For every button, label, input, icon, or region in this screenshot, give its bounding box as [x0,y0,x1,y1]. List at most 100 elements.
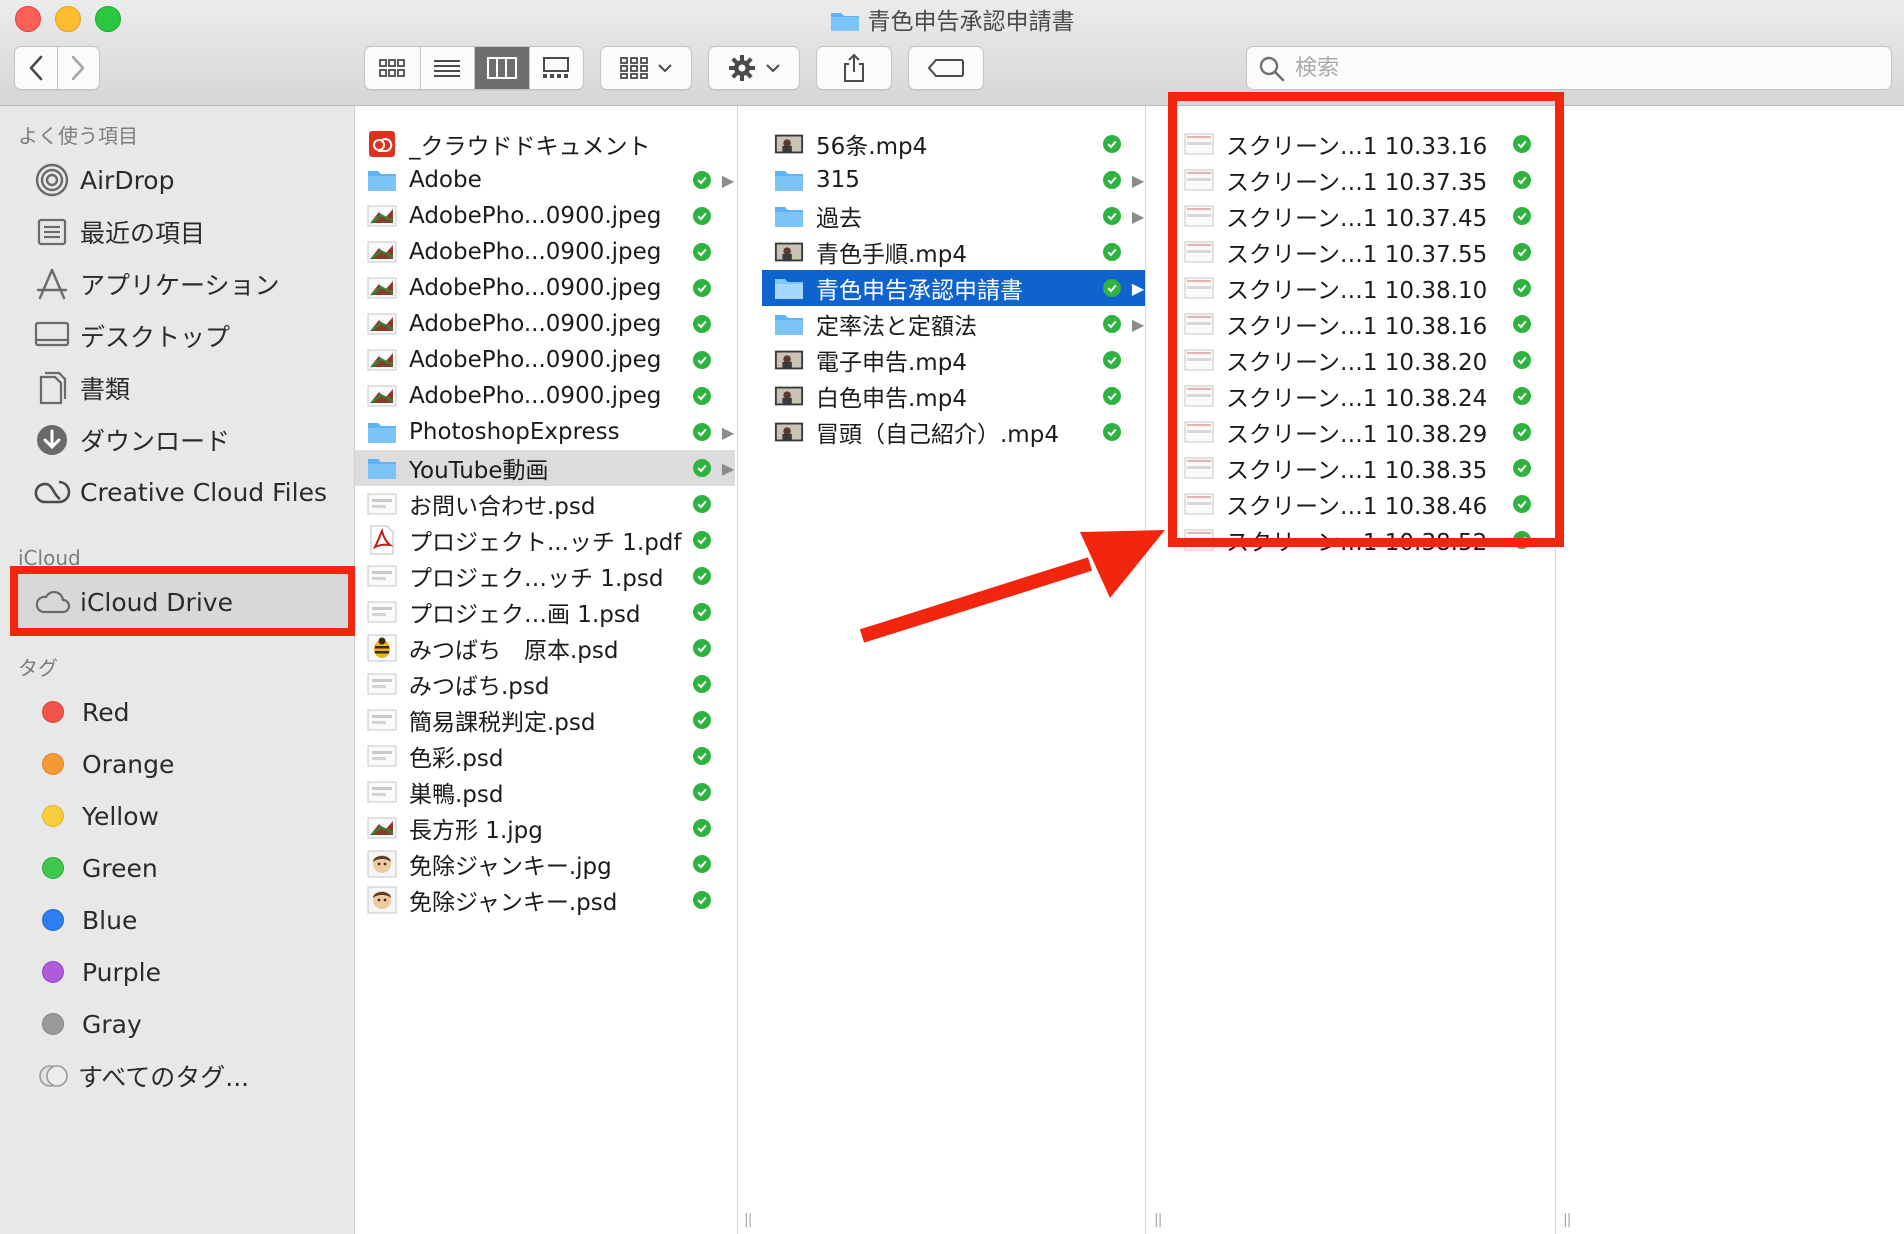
file-row[interactable]: 冒頭（自己紹介）.mp4 [762,414,1145,450]
folder-row[interactable]: PhotoshopExpress ▶ [355,414,735,450]
file-row[interactable]: AdobePho...0900.jpeg [355,270,735,306]
icon-view-button[interactable] [365,47,420,89]
list-view-button[interactable] [419,47,475,89]
file-row[interactable]: スクリーン…1 10.37.55 [1172,234,1555,270]
file-row[interactable]: スクリーン…1 10.38.10 [1172,270,1555,306]
desktop-icon [32,316,72,356]
sidebar-tag-green[interactable]: Green [0,844,354,892]
file-row[interactable]: スクリーン…1 10.38.24 [1172,378,1555,414]
disclosure-arrow-icon: ▶ [1131,170,1145,190]
sidebar-item-airdrop[interactable]: AirDrop [0,156,354,204]
file-row[interactable]: スクリーン…1 10.38.52 [1172,522,1555,558]
file-row[interactable]: AdobePho...0900.jpeg [355,306,735,342]
screenshot-thumb-icon [1184,418,1214,446]
file-row[interactable]: 青色手順.mp4 [762,234,1145,270]
file-row[interactable]: スクリーン…1 10.33.16 [1172,126,1555,162]
file-row[interactable]: 白色申告.mp4 [762,378,1145,414]
file-row[interactable]: みつばち.psd [355,666,735,702]
file-row[interactable]: _クラウドドキュメント [355,126,735,162]
file-row[interactable]: 56条.mp4 [762,126,1145,162]
file-row[interactable]: スクリーン…1 10.38.46 [1172,486,1555,522]
share-button[interactable] [816,46,892,90]
sidebar-tag-orange[interactable]: Orange [0,740,354,788]
file-name: 過去 [816,206,862,232]
file-name: 白色申告.mp4 [816,386,967,412]
folder-row[interactable]: Adobe ▶ [355,162,735,198]
action-button[interactable] [708,46,800,90]
file-row[interactable]: スクリーン…1 10.38.35 [1172,450,1555,486]
sync-check-icon [693,747,711,765]
image-thumb-icon [367,814,397,842]
sidebar-item-desktop[interactable]: デスクトップ [0,312,354,360]
file-row[interactable]: AdobePho...0900.jpeg [355,234,735,270]
sidebar-item-downloads[interactable]: ダウンロード [0,416,354,464]
sidebar-item-recents[interactable]: 最近の項目 [0,208,354,256]
column-browser-pane-1[interactable]: _クラウドドキュメント Adobe ▶ AdobePho...0900.jpeg Ado… [355,106,738,1234]
forward-button[interactable] [56,47,99,89]
file-row[interactable]: 巣鴨.psd [355,774,735,810]
sidebar-tag-purple[interactable]: Purple [0,948,354,996]
folder-row[interactable]: YouTube動画 ▶ [355,450,735,486]
file-row[interactable]: 簡易課税判定.psd [355,702,735,738]
file-row[interactable]: 色彩.psd [355,738,735,774]
file-row[interactable]: プロジェク…画 1.psd [355,594,735,630]
folder-row[interactable]: 定率法と定額法 ▶ [762,306,1145,342]
file-row[interactable]: スクリーン…1 10.37.45 [1172,198,1555,234]
column-resize-handle[interactable]: || [744,1212,753,1228]
back-button[interactable] [15,47,57,89]
tags-heading: タグ [18,656,58,680]
file-name: 315 [816,167,860,193]
file-name: お問い合わせ.psd [409,494,596,520]
folder-row[interactable]: 過去 ▶ [762,198,1145,234]
pdf-icon [367,525,397,555]
screenshot-thumb-icon [1184,274,1214,302]
sidebar-tag-yellow[interactable]: Yellow [0,792,354,840]
sidebar-item-creative-cloud-files[interactable]: Creative Cloud Files [0,468,354,516]
sync-check-icon [693,315,711,333]
file-row[interactable]: スクリーン…1 10.38.29 [1172,414,1555,450]
file-row[interactable]: プロジェク…ッチ 1.psd [355,558,735,594]
file-name: 電子申告.mp4 [816,350,967,376]
file-row[interactable]: AdobePho...0900.jpeg [355,342,735,378]
folder-row[interactable]: 315 ▶ [762,162,1145,198]
file-row[interactable]: 免除ジャンキー.psd [355,882,735,918]
group-by-button[interactable] [600,46,692,90]
edit-tags-button[interactable] [908,46,984,90]
video-thumb-icon [774,382,804,410]
file-row[interactable]: プロジェクト...ッチ 1.pdf [355,522,735,558]
screenshot-thumb-icon [1184,238,1214,266]
sidebar-item-documents[interactable]: 書類 [0,364,354,412]
file-row[interactable]: スクリーン…1 10.37.35 [1172,162,1555,198]
folder-row[interactable]: 青色申告承認申請書 ▶ [762,270,1145,306]
file-row[interactable]: 免除ジャンキー.jpg [355,846,735,882]
sidebar-tag-blue[interactable]: Blue [0,896,354,944]
file-name: スクリーン…1 10.38.35 [1226,458,1488,484]
search-field[interactable] [1246,46,1892,90]
column-browser-pane-3[interactable]: スクリーン…1 10.33.16 スクリーン…1 10.37.35 スクリーン…1 … [1172,106,1556,1234]
file-row[interactable]: スクリーン…1 10.38.16 [1172,306,1555,342]
file-row[interactable]: スクリーン…1 10.38.20 [1172,342,1555,378]
disclosure-arrow-icon: ▶ [1131,206,1145,226]
gallery-view-button[interactable] [528,47,584,89]
file-row[interactable]: みつばち 原本.psd [355,630,735,666]
file-row[interactable]: 長方形 1.jpg [355,810,735,846]
sidebar-item-applications[interactable]: アプリケーション [0,260,354,308]
file-name: プロジェク…画 1.psd [409,602,641,628]
sidebar-item-icloud-drive[interactable]: iCloud Drive [0,578,354,626]
column-view-button[interactable] [474,47,529,89]
file-row[interactable]: AdobePho...0900.jpeg [355,198,735,234]
column-browser-pane-2[interactable]: 56条.mp4 315 ▶ 過去 ▶ 青色手順.mp4 青色申告承認申請書 ▶ 定率法と定額法 ▶… [762,106,1146,1234]
sidebar-item-label: デスクトップ [80,323,231,352]
sidebar-all-tags[interactable]: すべてのタグ... [0,1052,354,1100]
sidebar-tag-gray[interactable]: Gray [0,1000,354,1048]
sidebar: よく使う項目 AirDrop 最近の項目 アプリケーション デスクトップ 書類 … [0,106,356,1234]
file-name: 免除ジャンキー.jpg [409,854,612,880]
column-resize-handle[interactable]: || [1563,1212,1572,1228]
column-resize-handle[interactable]: || [1154,1212,1163,1228]
search-input[interactable] [1293,51,1877,85]
screenshot-thumb-icon [1184,490,1214,518]
file-row[interactable]: お問い合わせ.psd [355,486,735,522]
file-row[interactable]: 電子申告.mp4 [762,342,1145,378]
file-row[interactable]: AdobePho...0900.jpeg [355,378,735,414]
sidebar-tag-red[interactable]: Red [0,688,354,736]
